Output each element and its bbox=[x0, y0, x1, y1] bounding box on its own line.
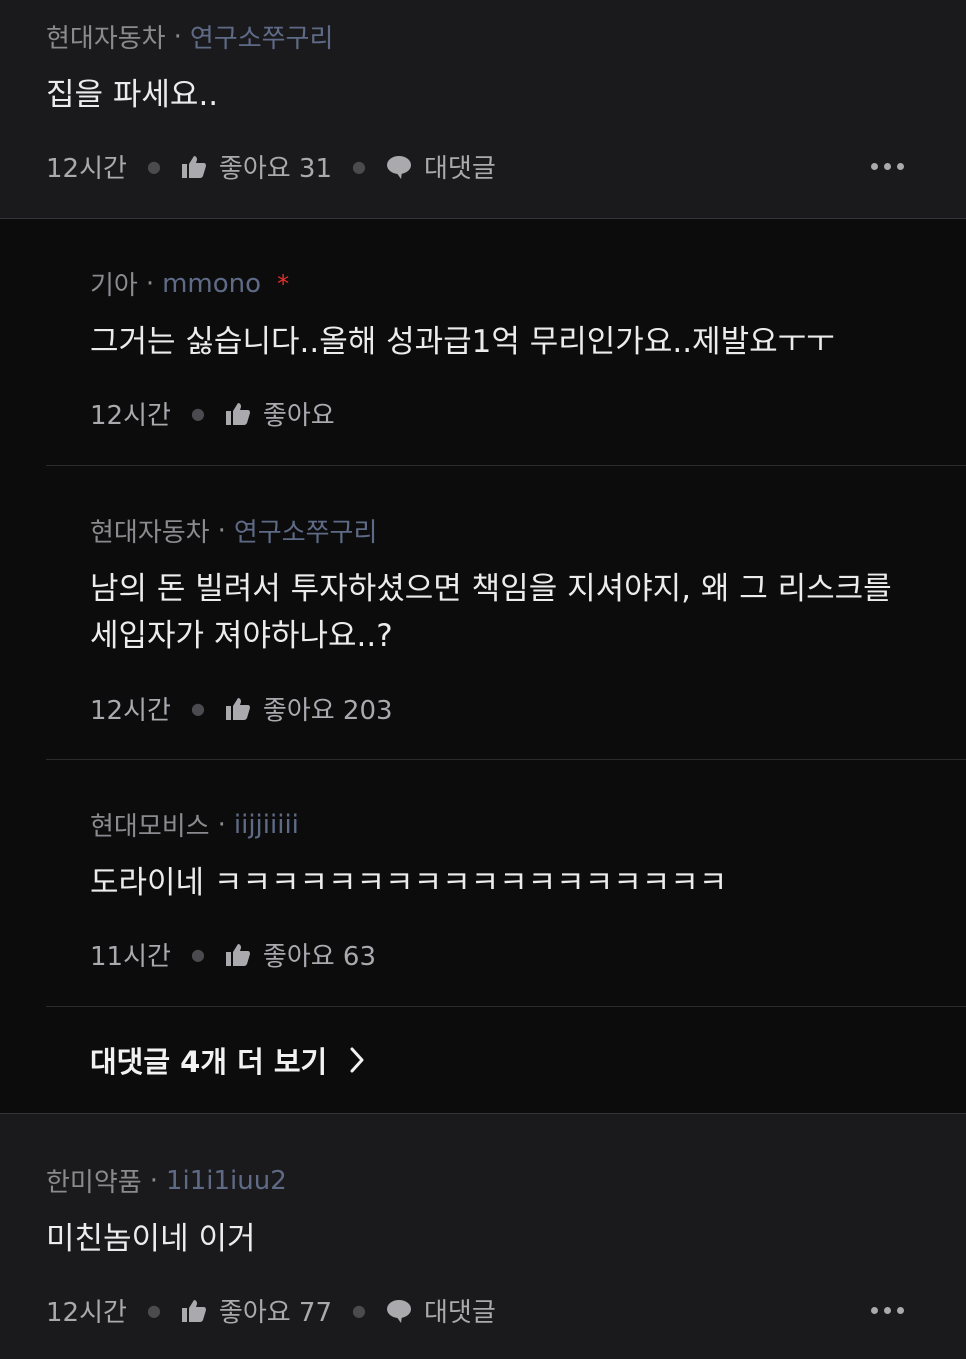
like-label: 좋아요 bbox=[262, 401, 335, 431]
separator-dot: ● bbox=[146, 157, 161, 176]
separator-dot: ● bbox=[190, 699, 205, 718]
comment-meta: 한미약품 · 1i1i1iuu2 bbox=[46, 1162, 287, 1199]
nickname[interactable]: iijjiiiii bbox=[234, 810, 299, 840]
like-button[interactable]: 좋아요 77 bbox=[181, 1292, 332, 1329]
reply-text: 도라이네 ㅋㅋㅋㅋㅋㅋㅋㅋㅋㅋㅋㅋㅋㅋㅋㅋㅋㅋ bbox=[90, 865, 728, 901]
thumbs-up-icon bbox=[225, 943, 250, 966]
reply-label: 대댓글 bbox=[423, 1298, 496, 1328]
reply-actions: 11시간 ● 좋아요 63 bbox=[90, 936, 376, 973]
thumbs-up-icon bbox=[181, 155, 206, 178]
comment-text: 집을 파세요.. bbox=[46, 77, 219, 113]
company-name: 현대자동차 bbox=[46, 24, 166, 54]
like-label: 좋아요 63 bbox=[262, 942, 377, 972]
like-button[interactable]: 좋아요 63 bbox=[225, 936, 376, 973]
reply-meta: 기아 · mmono * bbox=[90, 265, 289, 302]
timestamp: 12시간 bbox=[46, 154, 127, 184]
reply-actions: 12시간 ● 좋아요 203 bbox=[90, 690, 393, 727]
like-button[interactable]: 좋아요 bbox=[225, 395, 335, 432]
comment: 한미약품 · 1i1i1iuu2 미친놈이네 이거 12시간 ● 좋아요 77 … bbox=[0, 1114, 966, 1359]
like-label: 좋아요 31 bbox=[218, 154, 333, 184]
comment: 현대자동차 · 연구소쭈구리 집을 파세요.. 12시간 ● 좋아요 31 ● … bbox=[0, 0, 966, 218]
reply: 현대모비스 · iijjiiiii 도라이네 ㅋㅋㅋㅋㅋㅋㅋㅋㅋㅋㅋㅋㅋㅋㅋㅋㅋ… bbox=[46, 760, 966, 1007]
timestamp: 11시간 bbox=[90, 942, 171, 972]
reply: 기아 · mmono * 그거는 싫습니다..올해 성과급1억 무리인가요..제… bbox=[46, 219, 966, 466]
speech-bubble-icon bbox=[386, 155, 411, 179]
reply-text: 그거는 싫습니다..올해 성과급1억 무리인가요..제발요ㅜㅜ bbox=[90, 324, 835, 360]
timestamp: 12시간 bbox=[46, 1298, 127, 1328]
thumbs-up-icon bbox=[225, 402, 250, 425]
reply-meta: 현대자동차 · 연구소쭈구리 bbox=[90, 512, 377, 549]
reply-label: 대댓글 bbox=[423, 154, 496, 184]
reply-text: 남의 돈 빌려서 투자하셨으면 책임을 지셔야지, 왜 그 리스크를 세입자가 … bbox=[90, 566, 892, 660]
more-options-button[interactable] bbox=[871, 1307, 904, 1314]
more-horizontal-icon bbox=[871, 163, 878, 170]
like-button[interactable]: 좋아요 31 bbox=[181, 148, 332, 185]
meta-separator: · bbox=[149, 1165, 158, 1196]
reply: 현대자동차 · 연구소쭈구리 남의 돈 빌려서 투자하셨으면 책임을 지셔야지,… bbox=[46, 466, 966, 760]
separator-dot: ● bbox=[352, 1301, 366, 1320]
nickname[interactable]: mmono bbox=[162, 269, 261, 299]
nickname[interactable]: 1i1i1iuu2 bbox=[166, 1166, 287, 1196]
like-label: 좋아요 77 bbox=[218, 1298, 333, 1328]
reply-button[interactable]: 대댓글 bbox=[386, 1292, 496, 1329]
reply-actions: 12시간 ● 좋아요 bbox=[90, 395, 335, 432]
like-button[interactable]: 좋아요 203 bbox=[225, 690, 393, 727]
company-name: 한미약품 bbox=[46, 1168, 142, 1198]
reply-meta: 현대모비스 · iijjiiiii bbox=[90, 806, 299, 843]
comment-actions: 12시간 ● 좋아요 31 ● 대댓글 bbox=[46, 148, 496, 185]
company-name: 현대자동차 bbox=[90, 518, 210, 548]
timestamp: 12시간 bbox=[90, 696, 171, 726]
separator-dot: ● bbox=[190, 945, 205, 964]
company-name: 기아 bbox=[90, 271, 138, 301]
nickname[interactable]: 연구소쭈구리 bbox=[234, 512, 378, 549]
view-more-replies-button[interactable]: 대댓글 4개 더 보기 bbox=[46, 1007, 966, 1113]
timestamp: 12시간 bbox=[90, 401, 171, 431]
reply-button[interactable]: 대댓글 bbox=[386, 148, 496, 185]
separator-dot: ● bbox=[146, 1301, 161, 1320]
meta-separator: · bbox=[145, 268, 155, 299]
reply-text-line: 남의 돈 빌려서 투자하셨으면 책임을 지셔야지, 왜 그 리스크를 bbox=[90, 571, 892, 607]
company-name: 현대모비스 bbox=[90, 812, 210, 842]
speech-bubble-icon bbox=[386, 1299, 411, 1323]
meta-separator: · bbox=[173, 21, 182, 52]
chevron-right-icon bbox=[350, 1047, 364, 1073]
view-more-label: 대댓글 4개 더 보기 bbox=[90, 1045, 328, 1079]
comment-text: 미친놈이네 이거 bbox=[46, 1221, 256, 1257]
thumbs-up-icon bbox=[181, 1299, 206, 1322]
thumbs-up-icon bbox=[225, 697, 250, 720]
replies-section: 기아 · mmono * 그거는 싫습니다..올해 성과급1억 무리인가요..제… bbox=[0, 218, 966, 1114]
like-label: 좋아요 203 bbox=[262, 696, 393, 726]
author-marker: * bbox=[277, 269, 290, 298]
nickname[interactable]: 연구소쭈구리 bbox=[190, 18, 334, 55]
separator-dot: ● bbox=[190, 404, 205, 423]
comment-actions: 12시간 ● 좋아요 77 ● 대댓글 bbox=[46, 1292, 496, 1329]
comment-meta: 현대자동차 · 연구소쭈구리 bbox=[46, 18, 333, 55]
meta-separator: · bbox=[217, 515, 226, 546]
more-horizontal-icon bbox=[871, 1307, 878, 1314]
reply-text-line: 세입자가 져야하나요..? bbox=[90, 618, 393, 654]
meta-separator: · bbox=[217, 809, 226, 840]
separator-dot: ● bbox=[352, 157, 366, 176]
more-options-button[interactable] bbox=[871, 163, 904, 170]
